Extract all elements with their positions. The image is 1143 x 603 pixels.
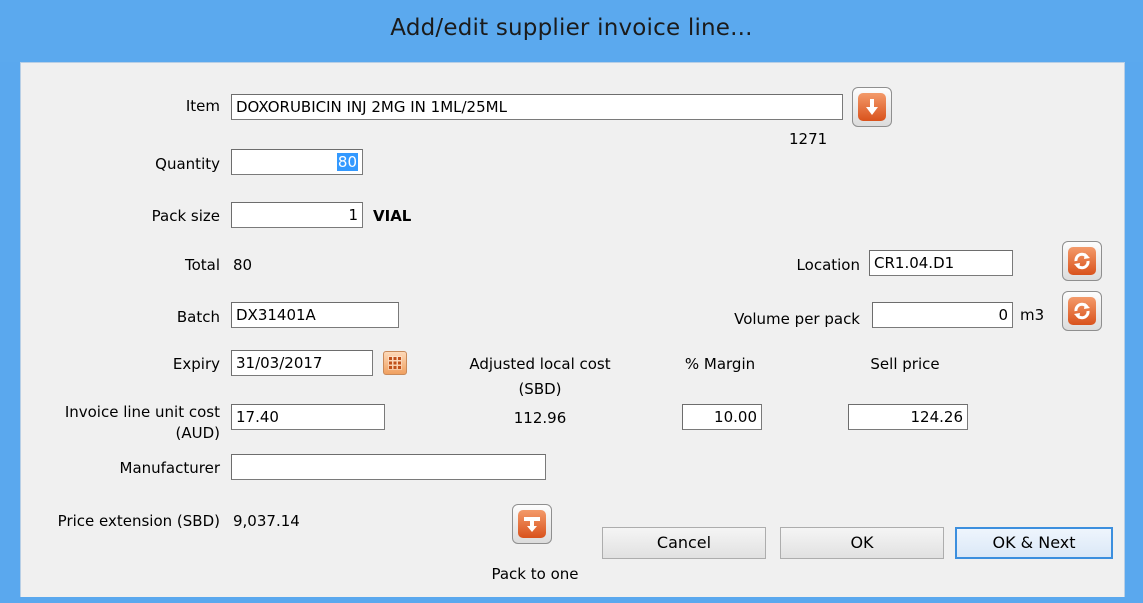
window-frame-bottom [0,597,1143,603]
quantity-label: Quantity [155,155,220,173]
window-title: Add/edit supplier invoice line... [390,15,753,41]
calendar-icon[interactable] [383,351,407,375]
expiry-field[interactable]: 31/03/2017 [231,350,373,376]
manufacturer-field[interactable] [231,454,546,480]
refresh-icon [1068,297,1096,325]
margin-field[interactable]: 10.00 [682,404,762,430]
batch-field[interactable]: DX31401A [231,302,399,328]
refresh-icon [1068,247,1096,275]
adjusted-cost-label-line1: Adjusted local cost [469,355,611,373]
quantity-field[interactable]: 80 [231,149,363,175]
volume-refresh-button[interactable] [1062,291,1102,331]
margin-label: % Margin [684,355,756,373]
volume-unit: m3 [1020,306,1045,324]
sell-price-label: Sell price [870,355,940,373]
pack-to-one-button[interactable] [512,504,552,544]
pack-size-unit: VIAL [373,207,412,225]
item-lookup-button[interactable] [852,87,892,127]
unit-cost-label-line1: Invoice line unit cost [64,403,220,421]
pack-to-one-icon [518,510,546,538]
location-label: Location [796,256,860,274]
pack-size-field[interactable]: 1 [231,202,363,228]
unit-cost-label-line2: (AUD) [175,424,221,442]
pack-to-one-label: Pack to one [491,565,579,583]
location-field[interactable]: CR1.04.D1 [869,250,1013,276]
volume-field[interactable]: 0 [872,302,1013,328]
expiry-label: Expiry [172,355,220,373]
sell-price-field[interactable]: 124.26 [848,404,968,430]
cancel-button[interactable]: Cancel [602,527,766,559]
item-field[interactable]: DOXORUBICIN INJ 2MG IN 1ML/25ML [231,94,843,120]
quantity-value: 80 [336,153,358,171]
volume-label: Volume per pack [734,310,860,328]
item-label: Item [185,97,220,115]
manufacturer-label: Manufacturer [119,459,221,477]
arrow-down-icon [858,93,886,121]
batch-label: Batch [176,308,220,326]
location-refresh-button[interactable] [1062,241,1102,281]
pack-size-label: Pack size [151,207,220,225]
unit-cost-field[interactable]: 17.40 [231,404,385,430]
total-label: Total [184,256,220,274]
price-extension-label: Price extension (SBD) [57,512,220,530]
ok-next-button[interactable]: OK & Next [955,527,1113,559]
total-value: 80 [233,256,253,274]
adjusted-cost-value: 112.96 [513,409,567,427]
adjusted-cost-label-line2: (SBD) [518,380,562,398]
ok-button[interactable]: OK [780,527,944,559]
price-extension-value: 9,037.14 [233,512,300,530]
item-code: 1271 [789,130,828,148]
title-bar: Add/edit supplier invoice line... [0,0,1143,62]
